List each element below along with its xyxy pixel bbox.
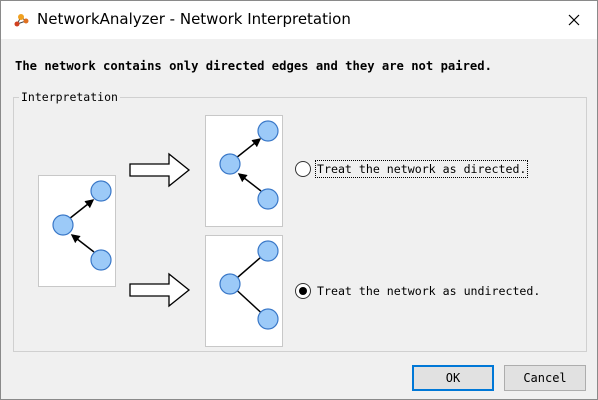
- close-icon: [568, 11, 580, 30]
- directed-option-label[interactable]: Treat the network as directed.: [314, 160, 529, 178]
- directed-network-diagram: [205, 115, 283, 227]
- graph-node: [257, 188, 279, 210]
- graph-node: [257, 240, 279, 262]
- directed-option[interactable]: Treat the network as directed.: [295, 160, 529, 178]
- graph-node: [219, 273, 241, 295]
- undirected-option[interactable]: Treat the network as undirected.: [295, 283, 541, 299]
- ok-button[interactable]: OK: [412, 365, 494, 391]
- title-bar: NetworkAnalyzer - Network Interpretation: [1, 1, 597, 39]
- network-analyzer-app-icon: [13, 12, 29, 28]
- network-status-message: The network contains only directed edges…: [15, 59, 492, 73]
- radio-selected-dot: [299, 287, 307, 295]
- graph-node: [90, 180, 112, 202]
- graph-node: [90, 249, 112, 271]
- graph-node: [257, 308, 279, 330]
- right-arrow-icon: [129, 152, 191, 188]
- interpretation-group-label: Interpretation: [19, 90, 120, 104]
- window-title: NetworkAnalyzer - Network Interpretation: [37, 10, 351, 28]
- cancel-button[interactable]: Cancel: [504, 365, 586, 391]
- dialog-window: NetworkAnalyzer - Network Interpretation…: [0, 0, 598, 400]
- undirected-radio[interactable]: [295, 283, 311, 299]
- graph-node: [219, 153, 241, 175]
- undirected-network-diagram: [205, 235, 283, 347]
- undirected-option-label[interactable]: Treat the network as undirected.: [316, 283, 541, 299]
- close-button[interactable]: [551, 1, 597, 39]
- source-network-diagram: [38, 175, 116, 287]
- right-arrow-icon: [129, 272, 191, 308]
- graph-node: [52, 214, 74, 236]
- directed-radio[interactable]: [295, 161, 311, 177]
- graph-node: [257, 120, 279, 142]
